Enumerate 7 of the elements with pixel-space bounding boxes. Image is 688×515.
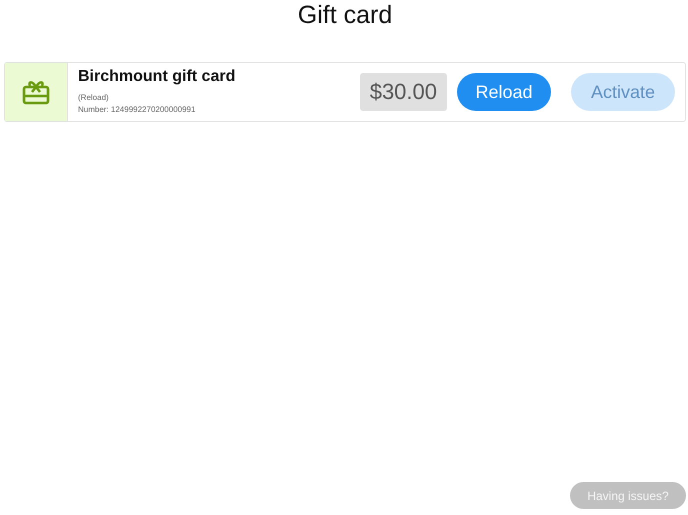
card-name: Birchmount gift card	[78, 68, 236, 86]
card-number: Number: 1249992270200000991	[78, 104, 196, 116]
page-title: Gift card	[298, 0, 392, 31]
card-note: (Reload)	[78, 92, 110, 104]
reload-button[interactable]: Reload	[457, 73, 551, 111]
balance-amount: $30.00	[360, 73, 447, 111]
gift-card-icon	[22, 79, 50, 105]
